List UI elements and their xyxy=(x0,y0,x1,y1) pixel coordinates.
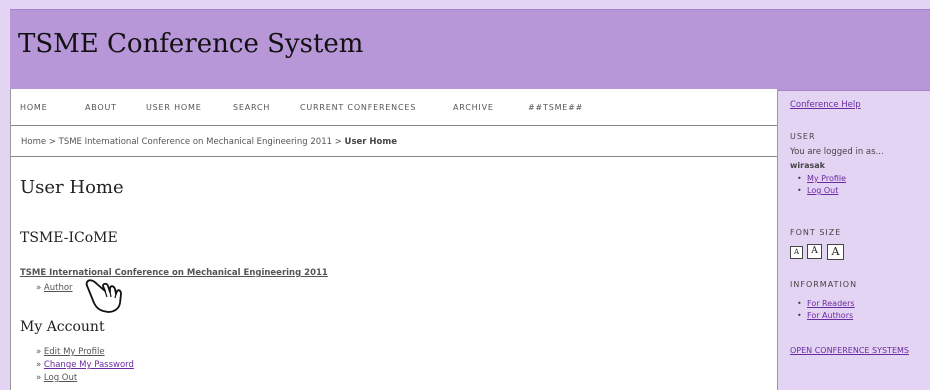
breadcrumb-separator: > xyxy=(334,137,342,147)
main-content: HOME ABOUT USER HOME SEARCH CURRENT CONF… xyxy=(10,89,778,390)
user-heading: USER xyxy=(790,132,816,141)
page-title: User Home xyxy=(20,177,124,198)
account-item: » Change My Password xyxy=(36,360,134,370)
ocs-link[interactable]: OPEN CONFERENCE SYSTEMS xyxy=(790,346,909,355)
for-authors-link[interactable]: For Authors xyxy=(797,311,853,320)
nav-bar: HOME ABOUT USER HOME SEARCH CURRENT CONF… xyxy=(11,89,777,126)
role-item: » Author xyxy=(36,283,73,293)
change-password-link[interactable]: Change My Password xyxy=(44,360,134,370)
font-size-medium-button[interactable]: A xyxy=(807,244,822,259)
account-item: » Edit My Profile xyxy=(36,347,105,357)
hand-pointer-icon xyxy=(85,279,122,313)
breadcrumb-current[interactable]: User Home xyxy=(345,137,397,147)
font-size-heading: FONT SIZE xyxy=(790,228,842,237)
font-size-small-button[interactable]: A xyxy=(790,246,803,259)
nav-archive[interactable]: ARCHIVE xyxy=(453,103,494,112)
site-title: TSME Conference System xyxy=(18,29,364,59)
edit-profile-link[interactable]: Edit My Profile xyxy=(44,347,105,357)
nav-current-conferences[interactable]: CURRENT CONFERENCES xyxy=(300,103,416,112)
site-header: TSME Conference System xyxy=(10,9,930,91)
sidebar: Conference Help USER You are logged in a… xyxy=(777,89,930,390)
information-heading: INFORMATION xyxy=(790,280,858,289)
role-prefix: » xyxy=(36,283,42,293)
breadcrumb-separator: > xyxy=(48,137,56,147)
breadcrumb-home[interactable]: Home xyxy=(21,137,46,147)
conference-heading: TSME-ICoME xyxy=(20,230,118,246)
account-prefix: » xyxy=(36,347,42,357)
conference-link[interactable]: TSME International Conference on Mechani… xyxy=(20,268,328,278)
logout-link[interactable]: Log Out xyxy=(44,373,77,383)
nav-search[interactable]: SEARCH xyxy=(233,103,270,112)
font-size-large-button[interactable]: A xyxy=(827,244,844,260)
breadcrumb-conference[interactable]: TSME International Conference on Mechani… xyxy=(59,137,332,147)
account-prefix: » xyxy=(36,373,42,383)
username: wirasak xyxy=(790,161,825,170)
my-profile-link[interactable]: My Profile xyxy=(797,174,846,183)
nav-user-home[interactable]: USER HOME xyxy=(146,103,202,112)
nav-about[interactable]: ABOUT xyxy=(85,103,117,112)
sidebar-logout-link[interactable]: Log Out xyxy=(797,186,838,195)
conference-help-link[interactable]: Conference Help xyxy=(790,100,861,110)
account-item: » Log Out xyxy=(36,373,77,383)
nav-tsme[interactable]: ##TSME## xyxy=(528,103,583,112)
logged-in-text: You are logged in as... xyxy=(790,147,884,157)
account-heading: My Account xyxy=(20,319,105,335)
breadcrumb: Home > TSME International Conference on … xyxy=(11,126,777,157)
author-link[interactable]: Author xyxy=(44,283,73,293)
nav-home[interactable]: HOME xyxy=(20,103,47,112)
account-prefix: » xyxy=(36,360,42,370)
for-readers-link[interactable]: For Readers xyxy=(797,299,854,308)
